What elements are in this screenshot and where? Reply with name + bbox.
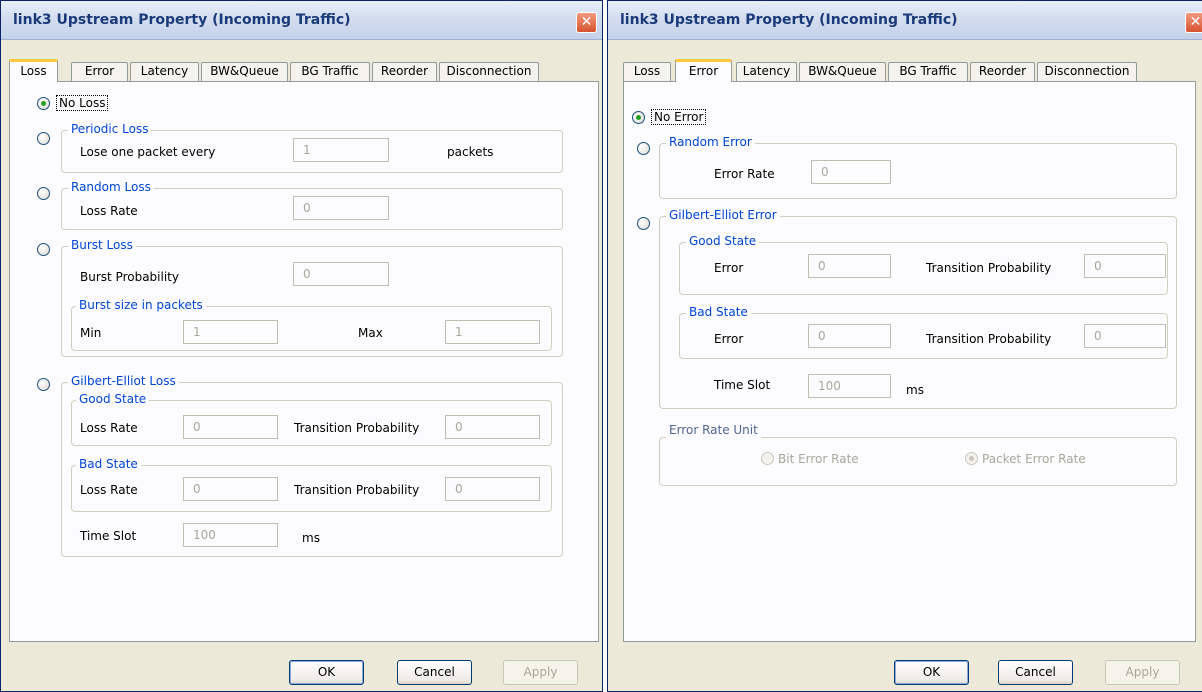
good-transition-probability-label: Transition Probability [926, 261, 1052, 275]
good-state-legend: Good State [686, 234, 760, 249]
dialog-title: link3 Upstream Property (Incoming Traffi… [13, 12, 351, 28]
good-transition-probability-input[interactable]: 0 [1084, 254, 1166, 278]
burst-loss-radio[interactable] [37, 243, 50, 256]
tab-bw-queue[interactable]: BW&Queue [799, 62, 886, 81]
close-icon[interactable]: ✕ [1185, 12, 1202, 33]
tab-disconnection[interactable]: Disconnection [1037, 62, 1137, 81]
tab-reorder[interactable]: Reorder [372, 62, 437, 81]
bad-transition-probability-label: Transition Probability [926, 332, 1052, 346]
no-error-radio[interactable] [632, 111, 645, 124]
bad-transition-probability-input[interactable]: 0 [1084, 324, 1166, 348]
random-loss-legend: Random Loss [68, 180, 154, 195]
good-loss-rate-input[interactable]: 0 [183, 415, 278, 439]
apply-button[interactable]: Apply [1105, 660, 1180, 685]
gilbert-loss-legend: Gilbert-Elliot Loss [68, 374, 179, 389]
error-properties-dialog: link3 Upstream Property (Incoming Traffi… [607, 0, 1202, 692]
loss-tab-panel: No Loss Periodic Loss Lose one packet ev… [9, 81, 599, 642]
burst-min-input[interactable]: 1 [183, 320, 278, 344]
bad-loss-rate-label: Loss Rate [80, 483, 138, 497]
bad-error-label: Error [714, 332, 744, 346]
good-loss-rate-label: Loss Rate [80, 421, 138, 435]
bad-loss-rate-input[interactable]: 0 [183, 477, 278, 501]
periodic-loss-radio[interactable] [37, 132, 50, 145]
tab-loss[interactable]: Loss [623, 62, 671, 81]
burst-size-legend: Burst size in packets [76, 298, 206, 313]
tab-bg-traffic[interactable]: BG Traffic [290, 62, 370, 81]
burst-probability-label: Burst Probability [80, 270, 179, 284]
tab-reorder[interactable]: Reorder [970, 62, 1035, 81]
packet-error-rate-label: Packet Error Rate [982, 452, 1086, 466]
tab-latency[interactable]: Latency [736, 62, 797, 81]
random-error-radio[interactable] [637, 142, 650, 155]
good-error-input[interactable]: 0 [808, 254, 891, 278]
title-bar[interactable]: link3 Upstream Property (Incoming Traffi… [608, 1, 1202, 40]
loss-properties-dialog: link3 Upstream Property (Incoming Traffi… [0, 0, 603, 692]
error-rate-input[interactable]: 0 [811, 160, 891, 184]
time-slot-label: Time Slot [80, 529, 137, 543]
good-transition-probability-input[interactable]: 0 [445, 415, 540, 439]
bad-transition-probability-label: Transition Probability [294, 483, 420, 497]
error-rate-label: Error Rate [714, 167, 775, 181]
random-error-legend: Random Error [666, 135, 755, 150]
random-loss-label: Loss Rate [80, 204, 138, 218]
tab-loss[interactable]: Loss [9, 59, 58, 82]
tab-bw-queue[interactable]: BW&Queue [201, 62, 288, 81]
gilbert-error-radio[interactable] [637, 217, 650, 230]
gilbert-error-legend: Gilbert-Elliot Error [666, 208, 780, 223]
time-slot-input[interactable]: 100 [183, 523, 278, 547]
time-slot-unit: ms [906, 383, 924, 397]
time-slot-label: Time Slot [714, 378, 771, 392]
burst-max-input[interactable]: 1 [445, 320, 540, 344]
ok-button[interactable]: OK [894, 660, 969, 685]
burst-loss-legend: Burst Loss [68, 238, 136, 253]
bit-error-rate-label: Bit Error Rate [778, 452, 859, 466]
error-rate-unit-group [659, 437, 1177, 486]
no-error-label[interactable]: No Error [651, 109, 707, 125]
burst-max-label: Max [358, 326, 383, 340]
error-tab-panel: No Error Random Error Error Rate 0 Gilbe… [623, 81, 1196, 642]
ok-button[interactable]: OK [289, 660, 364, 685]
no-loss-radio[interactable] [37, 97, 50, 110]
burst-min-label: Min [80, 326, 102, 340]
random-loss-input[interactable]: 0 [293, 196, 389, 220]
bad-state-legend: Bad State [76, 457, 141, 472]
time-slot-input[interactable]: 100 [808, 374, 891, 398]
periodic-loss-unit: packets [447, 145, 494, 159]
bit-error-rate-radio[interactable] [761, 452, 774, 465]
bad-state-legend: Bad State [686, 305, 751, 320]
good-state-legend: Good State [76, 392, 150, 407]
cancel-button[interactable]: Cancel [998, 660, 1073, 685]
packet-error-rate-radio[interactable] [965, 452, 978, 465]
tab-disconnection[interactable]: Disconnection [439, 62, 539, 81]
good-transition-probability-label: Transition Probability [294, 421, 420, 435]
gilbert-loss-radio[interactable] [37, 378, 50, 391]
apply-button[interactable]: Apply [503, 660, 578, 685]
burst-probability-input[interactable]: 0 [293, 262, 389, 286]
time-slot-unit: ms [302, 531, 320, 545]
periodic-loss-label: Lose one packet every [80, 145, 216, 159]
good-error-label: Error [714, 261, 744, 275]
error-rate-unit-legend: Error Rate Unit [666, 423, 761, 438]
periodic-loss-legend: Periodic Loss [68, 122, 152, 137]
no-loss-label[interactable]: No Loss [56, 95, 109, 111]
periodic-loss-input[interactable]: 1 [293, 138, 389, 162]
title-bar[interactable]: link3 Upstream Property (Incoming Traffi… [1, 1, 602, 40]
close-icon[interactable]: ✕ [576, 12, 597, 33]
tab-error[interactable]: Error [71, 62, 128, 81]
tab-latency[interactable]: Latency [130, 62, 199, 81]
dialog-title: link3 Upstream Property (Incoming Traffi… [620, 12, 958, 28]
tab-bg-traffic[interactable]: BG Traffic [888, 62, 968, 81]
random-loss-radio[interactable] [37, 187, 50, 200]
tab-error[interactable]: Error [675, 59, 732, 82]
cancel-button[interactable]: Cancel [397, 660, 472, 685]
bad-error-input[interactable]: 0 [808, 324, 891, 348]
bad-transition-probability-input[interactable]: 0 [445, 477, 540, 501]
